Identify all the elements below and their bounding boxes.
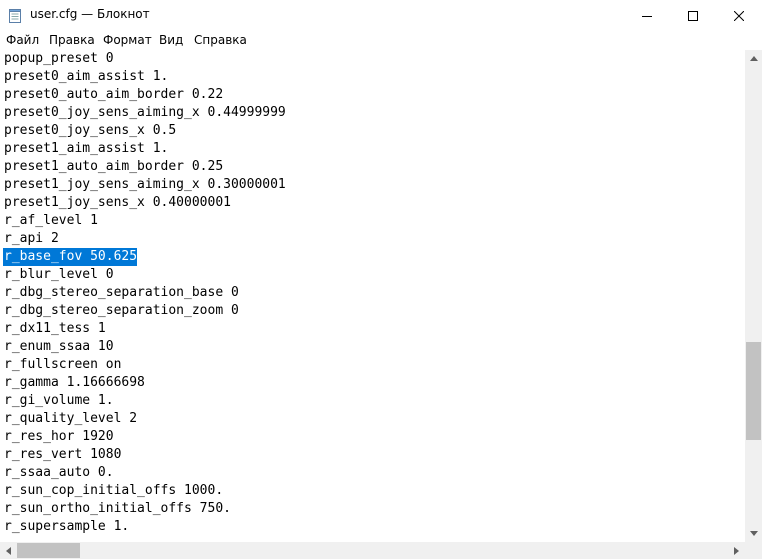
close-button[interactable] <box>716 0 762 30</box>
text-line: r_dx11_tess 1 <box>4 321 106 336</box>
text-line: r_dbg_stereo_separation_base 0 <box>4 285 239 300</box>
minimize-icon <box>642 6 652 25</box>
text-line: r_api 2 <box>4 231 59 246</box>
text-line: r_sun_ortho_initial_offs 750. <box>4 501 231 516</box>
selected-text-line: r_base_fov 50.625 <box>3 248 138 266</box>
text-line: r_fullscreen on <box>4 357 122 372</box>
close-icon <box>733 6 745 25</box>
maximize-button[interactable] <box>670 0 716 30</box>
text-line: preset0_auto_aim_border 0.22 <box>4 87 224 102</box>
text-line: r_enum_ssaa 10 <box>4 339 114 354</box>
text-line: r_res_hor 1920 <box>4 429 114 444</box>
text-line: preset0_aim_assist 1. <box>4 69 169 84</box>
menu-bar: Файл Правка Формат Вид Справка <box>0 30 762 50</box>
menu-edit[interactable]: Правка <box>49 33 95 47</box>
text-line: r_af_level 1 <box>4 213 98 228</box>
text-line: preset0_joy_sens_aiming_x 0.44999999 <box>4 105 286 120</box>
text-line: r_sun_cop_initial_offs 1000. <box>4 483 224 498</box>
text-line: r_quality_level 2 <box>4 411 138 426</box>
scroll-down-icon[interactable] <box>745 525 762 542</box>
maximize-icon <box>688 6 698 25</box>
text-line: r_gamma 1.16666698 <box>4 375 145 390</box>
text-line: preset1_joy_sens_x 0.40000001 <box>4 195 231 210</box>
text-line: preset1_auto_aim_border 0.25 <box>4 159 224 174</box>
text-line: popup_preset 0 <box>4 51 114 66</box>
scroll-right-icon[interactable] <box>728 542 745 559</box>
horizontal-scrollbar[interactable] <box>0 542 745 559</box>
text-line: r_supersample 1. <box>4 519 130 534</box>
text-line: r_dbg_stereo_separation_zoom 0 <box>4 303 239 318</box>
scroll-left-icon[interactable] <box>0 542 17 559</box>
text-line: r_gi_volume 1. <box>4 393 114 408</box>
text-line: r_blur_level 0 <box>4 267 114 282</box>
window-title: user.cfg — Блокнот <box>30 7 150 21</box>
minimize-button[interactable] <box>624 0 670 30</box>
vertical-scroll-thumb[interactable] <box>746 342 761 440</box>
menu-view[interactable]: Вид <box>159 33 183 47</box>
text-line: preset1_joy_sens_aiming_x 0.30000001 <box>4 177 286 192</box>
text-line: r_res_vert 1080 <box>4 447 122 462</box>
text-line: r_ssaa_auto 0. <box>4 465 114 480</box>
text-line: preset0_joy_sens_x 0.5 <box>4 123 177 138</box>
vertical-scrollbar[interactable] <box>745 50 762 542</box>
menu-file[interactable]: Файл <box>6 33 39 47</box>
scrollbar-corner <box>745 542 762 559</box>
horizontal-scroll-thumb[interactable] <box>17 543 80 558</box>
text-editor[interactable]: popup_preset 0 preset0_aim_assist 1. pre… <box>0 50 745 542</box>
notepad-icon <box>9 8 21 23</box>
menu-format[interactable]: Формат <box>103 33 152 47</box>
menu-help[interactable]: Справка <box>194 33 247 47</box>
scroll-up-icon[interactable] <box>745 50 762 67</box>
text-line: preset1_aim_assist 1. <box>4 141 169 156</box>
title-bar: user.cfg — Блокнот <box>0 0 762 30</box>
